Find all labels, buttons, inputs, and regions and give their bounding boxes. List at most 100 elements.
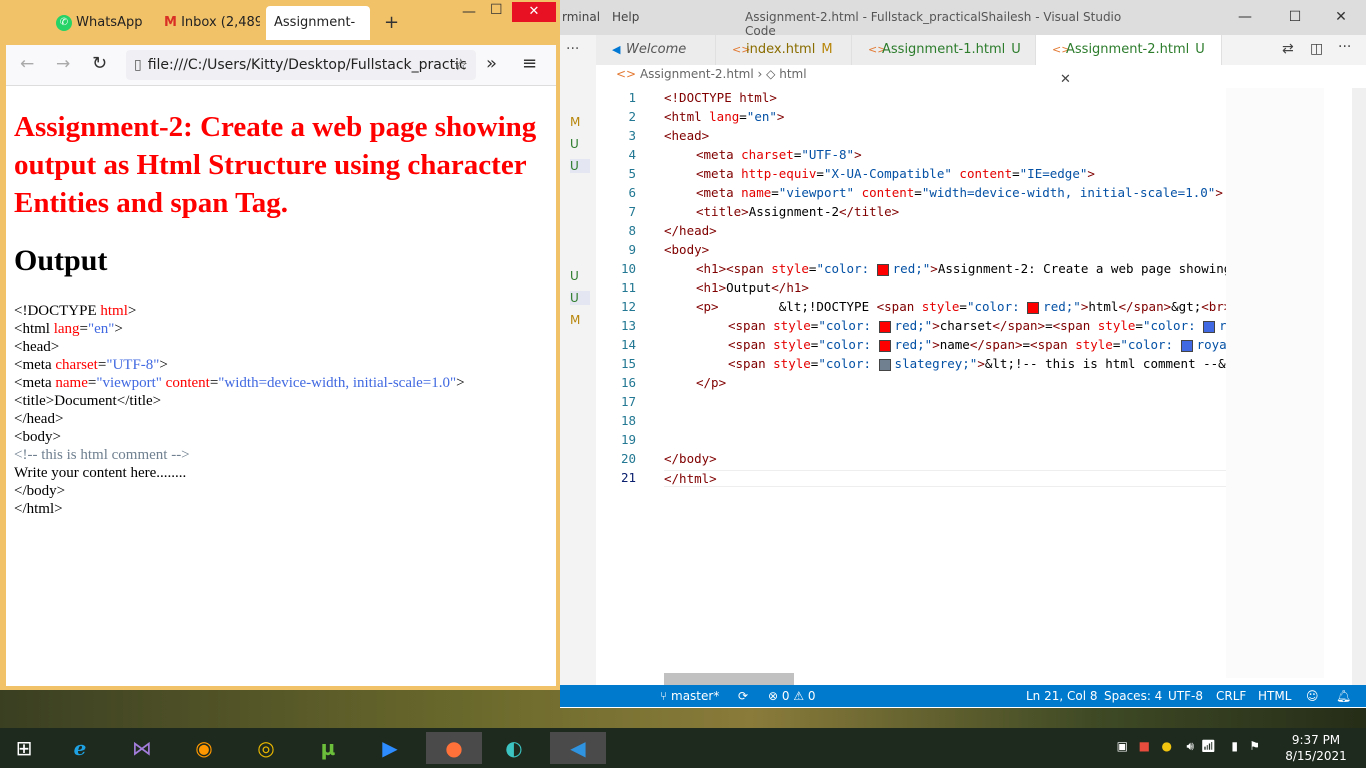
color-swatch[interactable] bbox=[1180, 339, 1193, 352]
code-token: "color: bbox=[818, 337, 879, 352]
menu-terminal[interactable]: rminal bbox=[562, 10, 600, 24]
flag-icon[interactable]: ⚑ bbox=[1249, 739, 1260, 753]
split-editor-icon[interactable]: ◫ bbox=[1310, 41, 1323, 57]
forward-button[interactable]: → bbox=[56, 54, 70, 74]
menu-help[interactable]: Help bbox=[612, 10, 639, 24]
zoom-icon[interactable]: ▶ bbox=[368, 732, 412, 764]
tab-whatsapp[interactable]: ✆ WhatsApp bbox=[56, 6, 154, 40]
vertical-scrollbar[interactable] bbox=[1352, 88, 1366, 685]
code-line: <p> &lt;!DOCTYPE <span style="color: red… bbox=[696, 299, 1231, 314]
color-swatch[interactable] bbox=[878, 320, 891, 333]
color-swatch[interactable] bbox=[1027, 301, 1040, 314]
code-token: charset bbox=[741, 147, 794, 162]
minimize-button[interactable]: — bbox=[1230, 6, 1260, 28]
page-heading: Assignment-2: Create a web page showing … bbox=[14, 111, 537, 219]
feedback-icon[interactable]: ☺ bbox=[1306, 685, 1319, 707]
new-tab-button[interactable]: + bbox=[384, 12, 399, 33]
output-token: charset bbox=[55, 357, 98, 373]
output-token: "viewport" bbox=[96, 375, 162, 391]
code-token: </body> bbox=[664, 451, 717, 466]
compare-changes-icon[interactable]: ⇄ bbox=[1282, 41, 1294, 57]
tab-assignment-1[interactable]: <>Assignment-1.html U bbox=[852, 35, 1036, 65]
code-token: "width=device-width, initial-scale=1.0" bbox=[921, 185, 1216, 200]
menu-hamburger-icon[interactable]: ≡ bbox=[522, 53, 537, 74]
line-ending[interactable]: CRLF bbox=[1216, 685, 1246, 707]
git-mark: U bbox=[570, 159, 590, 173]
tab-assignment-2[interactable]: <>Assignment-2.html U ✕ bbox=[1036, 35, 1222, 87]
wifi-icon[interactable]: 📶︎ bbox=[1201, 739, 1216, 753]
sync-icon[interactable]: ⟳ bbox=[738, 685, 748, 707]
notification-tray-icon[interactable]: ● bbox=[1162, 739, 1172, 753]
code-token: style bbox=[1075, 337, 1113, 352]
encoding[interactable]: UTF-8 bbox=[1168, 685, 1203, 707]
maximize-button[interactable]: ☐ bbox=[1280, 6, 1310, 28]
close-tab-icon[interactable]: ✕ bbox=[1060, 72, 1071, 87]
html-file-icon: <> bbox=[732, 43, 751, 56]
output-line: <!-- this is html comment --> bbox=[14, 447, 190, 463]
tab-label: Welcome bbox=[626, 42, 687, 57]
html-file-icon: <> bbox=[868, 43, 887, 56]
line-number: 1 bbox=[628, 90, 636, 105]
firefox-icon[interactable]: ● bbox=[426, 732, 482, 764]
chrome-icon[interactable]: ◎ bbox=[244, 732, 288, 764]
minimize-button[interactable]: — bbox=[462, 4, 476, 20]
code-token: red;" bbox=[894, 337, 933, 352]
close-button[interactable]: ✕ bbox=[512, 2, 556, 22]
code-token: Assignment-2: Create a web page showing … bbox=[937, 261, 1254, 276]
more-editor-actions[interactable]: ··· bbox=[1338, 39, 1351, 55]
output-line: Write your content here........ bbox=[14, 465, 187, 481]
code-token: > bbox=[930, 261, 938, 276]
cursor-position[interactable]: Ln 21, Col 8 bbox=[1026, 685, 1098, 707]
tab-assignment-2[interactable]: Assignment-2✕ bbox=[266, 6, 370, 64]
output-token: name bbox=[55, 375, 88, 391]
overflow-chevron-icon[interactable]: » bbox=[486, 53, 497, 74]
color-swatch[interactable] bbox=[876, 263, 889, 276]
app-tray-icon[interactable]: ■ bbox=[1139, 739, 1150, 753]
minimap[interactable] bbox=[1226, 88, 1324, 678]
code-line-current: </html> bbox=[664, 470, 1264, 487]
back-button[interactable]: ← bbox=[20, 54, 34, 74]
sublime-icon[interactable]: ◉ bbox=[182, 732, 226, 764]
code-token: = bbox=[1135, 318, 1143, 333]
breadcrumb-file[interactable]: Assignment-2.html bbox=[640, 67, 754, 81]
tab-index-html[interactable]: <>index.html M bbox=[716, 35, 852, 65]
code-token: <meta bbox=[696, 185, 742, 200]
code-token: "X-UA-Compatible" bbox=[823, 166, 952, 181]
file-icon: ▯ bbox=[134, 57, 142, 73]
indentation[interactable]: Spaces: 4 bbox=[1104, 685, 1162, 707]
language-mode[interactable]: HTML bbox=[1258, 685, 1291, 707]
clock[interactable]: 9:37 PM 8/15/2021 bbox=[1280, 732, 1352, 764]
close-button[interactable]: ✕ bbox=[1326, 6, 1356, 28]
battery-icon[interactable]: ▮ bbox=[1231, 739, 1238, 753]
color-swatch[interactable] bbox=[1203, 320, 1216, 333]
start-icon[interactable]: ⊞ bbox=[2, 732, 46, 764]
reload-button[interactable]: ↻ bbox=[92, 53, 107, 74]
utorrent-icon[interactable]: µ bbox=[306, 732, 350, 764]
code-token: "viewport" bbox=[778, 185, 855, 200]
more-actions[interactable]: ··· bbox=[566, 41, 579, 57]
vscode-icon[interactable]: ◀ bbox=[550, 732, 606, 764]
bookmark-star-icon[interactable]: ☆ bbox=[454, 50, 468, 80]
problems-indicator[interactable]: ⊗ 0 ⚠ 0 bbox=[768, 685, 816, 707]
breadcrumb-element[interactable]: html bbox=[779, 67, 806, 81]
tab-label: index.html bbox=[746, 42, 816, 57]
git-branch[interactable]: ⑂ master* bbox=[660, 685, 719, 707]
ie-icon[interactable]: e bbox=[58, 732, 102, 764]
code-token: "en" bbox=[746, 109, 777, 124]
color-swatch[interactable] bbox=[878, 339, 891, 352]
maximize-button[interactable]: ☐ bbox=[490, 2, 503, 18]
code-token: content bbox=[951, 166, 1013, 181]
output-token: html bbox=[100, 303, 128, 319]
visual-studio-icon[interactable]: ⋈ bbox=[120, 732, 164, 764]
code-token: > bbox=[854, 147, 862, 162]
time: 9:37 PM bbox=[1291, 733, 1341, 747]
notifications-icon[interactable]: 🔔︎ bbox=[1336, 685, 1351, 707]
address-bar[interactable]: ▯ file:///C:/Users/Kitty/Desktop/Fullstac… bbox=[126, 50, 476, 80]
edge-icon[interactable]: ◐ bbox=[492, 732, 536, 764]
volume-icon[interactable]: 🔊︎ bbox=[1186, 739, 1194, 754]
tab-gmail[interactable]: M Inbox (2,489 bbox=[164, 6, 260, 40]
network-icon[interactable]: ▣ bbox=[1117, 739, 1128, 753]
tab-welcome[interactable]: ◀ Welcome bbox=[596, 35, 716, 65]
horizontal-scrollbar[interactable] bbox=[664, 673, 794, 685]
color-swatch[interactable] bbox=[878, 358, 891, 371]
